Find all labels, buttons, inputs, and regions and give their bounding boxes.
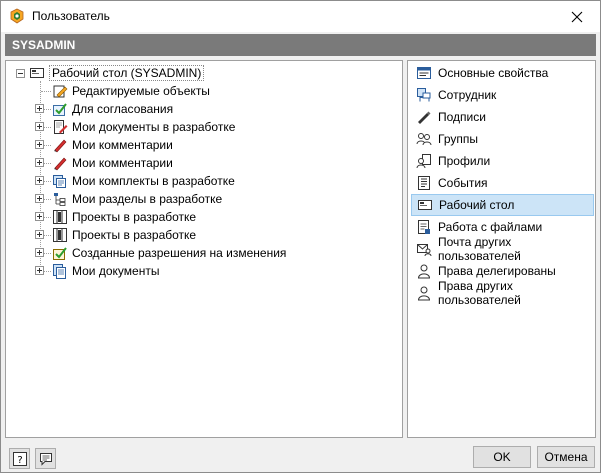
document-edit-icon <box>52 119 68 135</box>
tree-expand-toggle[interactable] <box>35 122 44 131</box>
project-icon <box>52 209 68 225</box>
tree-root[interactable]: Рабочий стол (SYSADMIN) <box>29 64 205 82</box>
tree-item[interactable]: Мои комплекты в разработке <box>52 172 235 190</box>
tree-item[interactable]: Для согласования <box>52 100 173 118</box>
tree-expand-toggle[interactable] <box>35 266 44 275</box>
tree-item[interactable]: Созданные разрешения на изменения <box>52 244 286 262</box>
files-icon <box>416 219 432 235</box>
nav-item-label: Почта других пользователей <box>438 235 521 263</box>
user-icon <box>416 285 432 301</box>
cancel-button[interactable]: Отмена <box>537 446 595 468</box>
nav-item-events[interactable]: События <box>411 172 594 194</box>
tree-expand-toggle[interactable] <box>35 140 44 149</box>
nav-item-label: Права других пользователей <box>438 279 521 307</box>
nav-item-label: Права делегированы <box>438 264 556 278</box>
tree-root-label: Рабочий стол (SYSADMIN) <box>49 65 205 81</box>
desktop-icon <box>29 65 45 81</box>
employee-icon <box>416 87 432 103</box>
profiles-icon <box>416 153 432 169</box>
desktop-tree[interactable]: Рабочий стол (SYSADMIN) Редактируемые об… <box>5 60 403 438</box>
properties-nav: Основные свойства Сотрудник Подписи Группы П… <box>407 60 596 438</box>
change-permit-icon <box>52 245 68 261</box>
tree-item-label: Мои комментарии <box>72 156 173 170</box>
desktop-icon <box>417 197 433 213</box>
window-title: Пользователь <box>32 9 110 23</box>
nav-item-groups[interactable]: Группы <box>411 128 594 150</box>
comment-pen-icon <box>52 137 68 153</box>
nav-item-label: Подписи <box>438 110 486 124</box>
nav-item-label: Группы <box>438 132 478 146</box>
tree-item[interactable]: Мои документы в разработке <box>52 118 235 136</box>
nav-item-desktop[interactable]: Рабочий стол <box>411 194 594 216</box>
documents-icon <box>52 263 68 279</box>
nav-item-mail-user[interactable]: Почта других пользователей <box>411 235 594 263</box>
ok-button[interactable]: OK <box>473 446 531 468</box>
tree-item-label: Мои разделы в разработке <box>72 192 223 206</box>
nav-item-label: Основные свойства <box>438 66 549 80</box>
tree-item[interactable]: Мои разделы в разработке <box>52 190 222 208</box>
nav-item-label: События <box>438 176 488 190</box>
comment-pen-icon <box>52 155 68 171</box>
project-icon <box>52 227 68 243</box>
nav-item-label: Рабочий стол <box>439 198 515 212</box>
tree-item-label: Мои комплекты в разработке <box>72 174 235 188</box>
properties-icon <box>416 65 432 81</box>
tree-expand-toggle[interactable] <box>35 104 44 113</box>
close-button[interactable] <box>554 1 600 32</box>
tree-expand-toggle[interactable] <box>35 194 44 203</box>
comment-button[interactable] <box>35 448 56 469</box>
tree-item[interactable]: Редактируемые объекты <box>52 82 210 100</box>
help-icon: ? <box>12 451 27 466</box>
user-dialog: Пользователь SYSADMIN Рабочий стол (SYSA… <box>0 0 601 473</box>
close-icon <box>571 11 583 22</box>
tree-item-label: Проекты в разработке <box>72 210 197 224</box>
tree-item-label: Мои документы <box>72 264 160 278</box>
tree-expand-toggle[interactable] <box>35 212 44 221</box>
nav-item-profiles[interactable]: Профили <box>411 150 594 172</box>
signature-icon <box>416 109 432 125</box>
nav-item-employee[interactable]: Сотрудник <box>411 84 594 106</box>
user-header-bar: SYSADMIN <box>5 34 596 56</box>
tree-connector <box>41 91 51 92</box>
section-tree-icon <box>52 191 68 207</box>
mail-user-icon <box>416 241 432 257</box>
help-button[interactable]: ? <box>9 448 30 469</box>
title-bar: Пользователь <box>1 1 600 32</box>
groups-icon <box>416 131 432 147</box>
nav-item-user[interactable]: Права других пользователей <box>411 279 594 307</box>
events-icon <box>416 175 432 191</box>
tree-item-label: Для согласования <box>72 102 174 116</box>
tree-item-label: Мои документы в разработке <box>72 120 236 134</box>
tree-item-label: Мои комментарии <box>72 138 173 152</box>
tree-expand-toggle[interactable] <box>35 248 44 257</box>
nav-item-label: Профили <box>438 154 491 168</box>
tree-item[interactable]: Мои документы <box>52 262 159 280</box>
tree-item-label: Проекты в разработке <box>72 228 197 242</box>
tree-item[interactable]: Проекты в разработке <box>52 208 196 226</box>
user-icon <box>416 263 432 279</box>
nav-item-label: Сотрудник <box>438 88 497 102</box>
svg-text:?: ? <box>17 455 22 466</box>
nav-item-label: Работа с файлами <box>438 220 543 234</box>
root-collapse-toggle[interactable] <box>16 69 25 78</box>
nav-item-properties[interactable]: Основные свойства <box>411 62 594 84</box>
tree-expand-toggle[interactable] <box>35 158 44 167</box>
tree-item[interactable]: Проекты в разработке <box>52 226 196 244</box>
tree-item[interactable]: Мои комментарии <box>52 136 173 154</box>
tree-expand-toggle[interactable] <box>35 230 44 239</box>
tree-expand-toggle[interactable] <box>35 176 44 185</box>
tree-item-label: Редактируемые объекты <box>72 84 210 98</box>
comment-icon <box>39 452 52 466</box>
edit-objects-icon <box>52 83 68 99</box>
app-logo-icon <box>9 8 25 24</box>
nav-item-signature[interactable]: Подписи <box>411 106 594 128</box>
approval-icon <box>52 101 68 117</box>
tree-item-label: Созданные разрешения на изменения <box>72 246 287 260</box>
tree-item[interactable]: Мои комментарии <box>52 154 173 172</box>
kit-icon <box>52 173 68 189</box>
